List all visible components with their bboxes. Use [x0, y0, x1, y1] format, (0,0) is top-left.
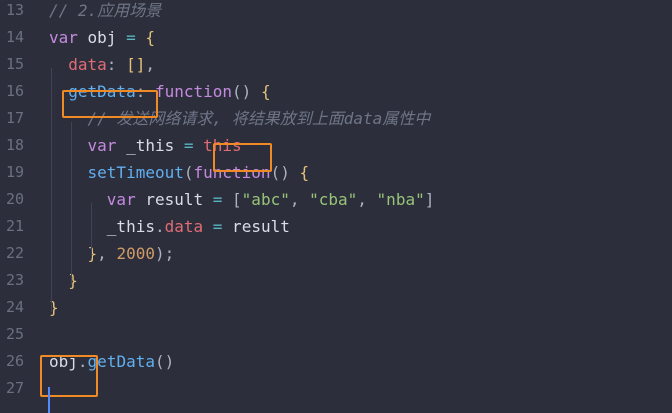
code-token: {: [260, 82, 271, 101]
code-token: // 2.应用场景: [49, 1, 162, 20]
code-line[interactable]: 26 obj.getData(): [0, 348, 672, 375]
indent-guide: [91, 203, 92, 258]
line-number: 13: [5, 1, 24, 19]
line-number: 27: [5, 379, 24, 397]
code-token: setTimeout: [87, 163, 184, 182]
code-token: "nba": [376, 190, 425, 209]
code-token: var: [87, 136, 117, 155]
line-number: 21: [5, 217, 24, 235]
code-token: }: [68, 271, 78, 290]
code-token: obj: [77, 28, 127, 47]
line-number: 20: [5, 190, 24, 208]
code-token: result: [222, 217, 290, 236]
highlight-box-getData: [62, 90, 158, 118]
code-token: =: [183, 136, 194, 155]
code-token: ): [154, 244, 165, 263]
code-text: var obj = {: [49, 24, 155, 51]
indent-guide: [71, 122, 72, 285]
indent-guide: [51, 68, 52, 312]
code-line[interactable]: 23 }: [0, 267, 672, 294]
code-token: _this: [116, 136, 184, 155]
code-token: (: [183, 163, 194, 182]
code-token: =: [212, 217, 223, 236]
code-token: ,: [357, 190, 377, 209]
code-token: result: [135, 190, 213, 209]
line-number: 17: [5, 109, 24, 127]
code-token: {: [299, 163, 310, 182]
code-text: _this.data = result: [49, 213, 290, 240]
code-token: [: [222, 190, 242, 209]
line-number: 23: [5, 271, 24, 289]
text-cursor: [48, 387, 50, 413]
line-number: 14: [5, 28, 24, 46]
code-token: data: [164, 217, 204, 236]
code-token: 2000: [116, 244, 155, 263]
code-text: }, 2000);: [49, 240, 175, 267]
code-line[interactable]: 27: [0, 375, 672, 402]
code-token: ,: [289, 190, 310, 209]
code-token: var: [49, 28, 78, 47]
line-number: 24: [5, 298, 24, 316]
code-line[interactable]: 20 var result = ["abc", "cba", "nba"]: [0, 186, 672, 213]
highlight-box-this: [213, 143, 272, 172]
code-token: []: [126, 55, 146, 74]
code-token: =: [212, 190, 223, 209]
line-number: 25: [5, 325, 24, 343]
code-text: data: [],: [49, 51, 155, 78]
code-token: function: [154, 82, 233, 101]
line-number: 19: [5, 163, 24, 181]
code-line[interactable]: 19 setTimeout(function() {: [0, 159, 672, 186]
code-token: =: [126, 28, 136, 47]
line-number: 18: [5, 136, 24, 154]
code-token: (): [270, 163, 300, 182]
code-line[interactable]: 13 // 2.应用场景: [0, 0, 672, 24]
code-token: ]: [424, 190, 435, 209]
code-token: "abc": [241, 190, 290, 209]
line-number: 15: [5, 55, 24, 73]
code-line[interactable]: 15 data: [],: [0, 51, 672, 78]
code-token: _this: [106, 217, 155, 236]
code-line[interactable]: 18 var _this = this: [0, 132, 672, 159]
line-number: 26: [5, 352, 24, 370]
code-token: (): [232, 82, 261, 101]
code-token: (): [154, 352, 175, 371]
line-number: 22: [5, 244, 24, 262]
code-text: }: [49, 267, 78, 294]
code-token: "cba": [309, 190, 358, 209]
code-line[interactable]: 21 _this.data = result: [0, 213, 672, 240]
code-line[interactable]: 24}: [0, 294, 672, 321]
code-line[interactable]: 22 }, 2000);: [0, 240, 672, 267]
code-token: ,: [145, 55, 155, 74]
code-editor[interactable]: 13// 2.应用场景 14 var obj = {15 data: [], 16 g…: [0, 0, 672, 413]
code-token: ;: [164, 244, 175, 263]
code-token: {: [145, 28, 155, 47]
code-token: }: [87, 244, 98, 263]
code-token: .: [154, 217, 165, 236]
code-token: ,: [97, 244, 117, 263]
code-text: var result = ["abc", "cba", "nba"]: [49, 186, 435, 213]
code-token: var: [106, 190, 136, 209]
code-text: // 2.应用场景: [49, 0, 161, 24]
code-token: :: [106, 55, 127, 74]
line-number: 16: [5, 82, 24, 100]
code-token: data: [68, 55, 107, 74]
code-line[interactable]: 25: [0, 321, 672, 348]
code-line[interactable]: 14 var obj = {: [0, 24, 672, 51]
